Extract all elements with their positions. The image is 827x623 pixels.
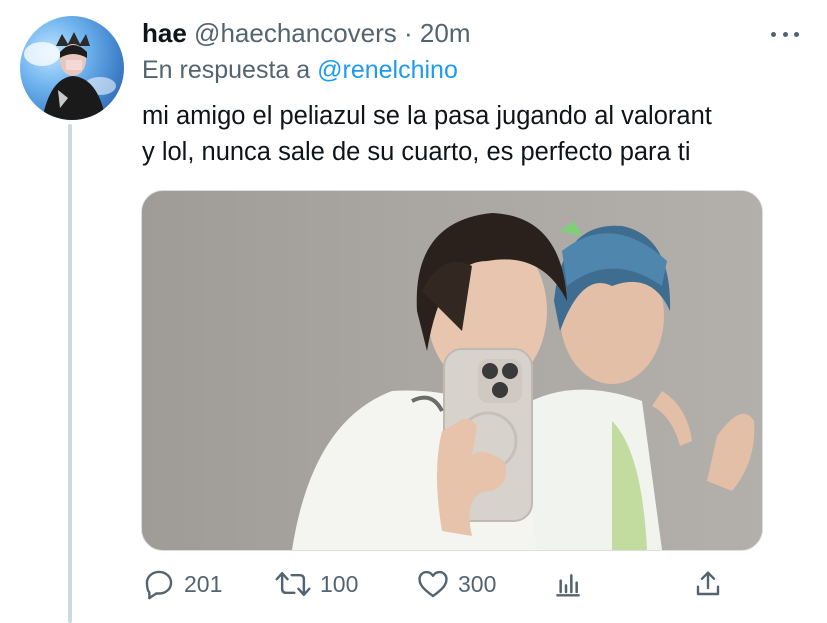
thread-line [68,124,72,623]
share-icon [696,571,720,596]
more-icon[interactable] [771,22,799,46]
more-dot [794,31,799,37]
photo-image [142,191,762,550]
reply-icon [145,570,173,600]
reply-mention[interactable]: @renelchino [317,56,458,84]
retweet-icon [275,571,311,597]
share-button[interactable] [692,565,724,603]
avatar[interactable] [20,16,124,120]
handle[interactable]: @haechancovers [194,18,397,48]
tweet-photo[interactable] [141,190,763,551]
timestamp[interactable]: 20m [420,18,471,48]
like-icon [418,570,448,598]
action-bar: 201 100 300 [142,565,742,603]
avatar-image [24,32,116,120]
analytics-icon [556,574,580,597]
display-name[interactable]: hae [142,18,187,48]
tweet-text-line: mi amigo el peliazul se la pasa jugando … [142,102,712,130]
reply-context: En respuesta a @renelchino [142,55,458,85]
like-button[interactable]: 300 [416,565,496,603]
reply-count: 201 [184,570,223,597]
retweet-button[interactable]: 100 [274,565,358,603]
analytics-button[interactable] [552,565,584,603]
tweet-text-line: y lol, nunca sale de su cuarto, es perfe… [142,138,691,166]
more-dot [782,31,788,37]
tweet-text: mi amigo el peliazul se la pasa jugando … [142,98,812,170]
separator: · [404,18,413,48]
reply-button[interactable]: 201 [142,565,222,603]
more-dot [771,31,776,37]
retweet-count: 100 [320,570,359,597]
reply-prefix: En respuesta a [142,56,311,84]
like-count: 300 [458,570,497,597]
tweet-header: hae @haechancovers · 20m [142,18,471,48]
